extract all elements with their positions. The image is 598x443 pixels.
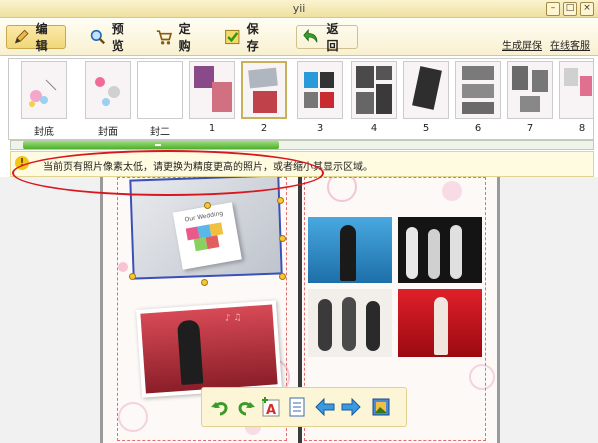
photo-white-group[interactable] — [308, 289, 392, 357]
thumbnail-label: 封底 — [34, 127, 54, 138]
resize-handle[interactable] — [277, 197, 284, 204]
save-button[interactable]: 保 存 — [218, 22, 276, 53]
photo-dark-group[interactable] — [398, 217, 482, 283]
thumbnail-image — [507, 61, 553, 119]
page-layout-icon[interactable] — [286, 396, 308, 418]
thumbnail-back-cover[interactable]: 封底 — [21, 61, 67, 138]
thumbnail-page-1[interactable]: 1 — [189, 61, 235, 137]
window-title: yii — [292, 2, 306, 15]
thumbnail-page-7[interactable]: 7 — [507, 61, 553, 137]
photo-blue-portrait[interactable] — [308, 217, 392, 283]
pencil-icon — [14, 29, 29, 44]
scroll-grip-icon — [155, 144, 161, 146]
order-label: 定 购 — [178, 22, 191, 53]
thumbnail-page-8[interactable]: 8 — [559, 61, 593, 137]
order-button[interactable]: 定 购 — [150, 22, 208, 53]
back-button[interactable]: 返 回 — [296, 22, 358, 53]
thumbnail-label: 7 — [526, 123, 534, 134]
thumbnail-image — [403, 61, 449, 119]
save-label: 保 存 — [246, 22, 259, 53]
wedding-puzzle-photo: Our Wedding — [172, 202, 242, 270]
highlight-oval — [12, 150, 324, 196]
back-arrow-icon — [303, 28, 318, 43]
floral-art-icon — [29, 79, 57, 107]
thumbnail-page-5[interactable]: 5 — [403, 61, 449, 137]
next-page-arrow-icon[interactable] — [340, 396, 362, 418]
preview-button[interactable]: 预 览 — [84, 22, 140, 53]
save-icon — [225, 29, 240, 45]
thumbnail-label: 6 — [474, 123, 482, 134]
thumbnail-label: 2 — [260, 123, 268, 134]
edit-toolbar: A — [201, 387, 407, 427]
thumbnail-cover[interactable]: 封面 — [85, 61, 131, 138]
resize-handle[interactable] — [279, 235, 286, 242]
thumbnail-image — [241, 61, 287, 119]
thumbnail-image — [297, 61, 343, 119]
resize-handle[interactable] — [279, 273, 286, 280]
scrollbar-thumb[interactable] — [23, 141, 279, 149]
thumbnail-page-4[interactable]: 4 — [351, 61, 397, 137]
thumbnail-page-3[interactable]: 3 — [297, 61, 343, 137]
thumbnail-label: 封面 — [98, 127, 118, 138]
svg-text:A: A — [266, 403, 276, 418]
cart-icon — [156, 30, 173, 45]
thumbnail-label: 1 — [208, 123, 216, 134]
thumbnail-page-2[interactable]: 2 — [241, 61, 287, 137]
thumbnail-label: 4 — [370, 123, 378, 134]
singer-photo[interactable]: ♪ ♫ — [136, 300, 282, 398]
thumbnail-image — [21, 61, 67, 119]
main-toolbar: 编 辑 预 览 定 购 保 存 返 回 生成屏保 在线客服 — [0, 18, 598, 56]
replace-photo-icon[interactable] — [370, 396, 392, 418]
thumbnail-image — [189, 61, 235, 119]
edit-button[interactable]: 编 辑 — [6, 22, 66, 53]
screensaver-link[interactable]: 生成屏保 — [502, 37, 542, 52]
thumbnail-image — [351, 61, 397, 119]
thumbnail-page-6[interactable]: 6 — [455, 61, 501, 137]
redo-icon[interactable] — [234, 396, 256, 418]
thumbnail-label: 封二 — [150, 127, 170, 138]
thumbnail-image — [85, 61, 131, 119]
resize-handle[interactable] — [204, 202, 211, 209]
cover-art-icon — [95, 77, 120, 106]
photo-red-portrait[interactable] — [398, 289, 482, 357]
thumbnail-image — [559, 61, 593, 119]
thumbnail-image — [455, 61, 501, 119]
minimize-button[interactable]: – — [546, 2, 560, 16]
title-bar: yii – □ × — [0, 0, 598, 18]
thumbnail-label: 8 — [578, 123, 586, 134]
add-text-icon[interactable]: A — [260, 396, 282, 418]
undo-icon[interactable] — [210, 396, 232, 418]
thumbnail-label: 3 — [316, 123, 324, 134]
back-label: 返 回 — [326, 22, 339, 53]
thumbnail-inside-cover[interactable]: 封二 — [137, 61, 183, 138]
previous-page-arrow-icon[interactable] — [314, 396, 336, 418]
edit-label: 编 辑 — [35, 22, 48, 53]
close-button[interactable]: × — [580, 2, 594, 16]
page-thumbnail-strip: 封底 封面 封二 1 2 3 4 5 6 7 8 — [8, 58, 594, 140]
photo-caption: Our Wedding — [184, 209, 224, 224]
online-service-link[interactable]: 在线客服 — [550, 37, 590, 52]
thumbnail-image — [137, 61, 183, 119]
thumbnail-scrollbar[interactable] — [10, 140, 594, 150]
preview-label: 预 览 — [111, 22, 124, 53]
resize-handle[interactable] — [201, 279, 208, 286]
maximize-button[interactable]: □ — [563, 2, 577, 16]
resize-handle[interactable] — [129, 273, 136, 280]
window-controls: – □ × — [546, 2, 594, 16]
magnifier-icon — [90, 29, 106, 45]
thumbnail-label: 5 — [422, 123, 430, 134]
